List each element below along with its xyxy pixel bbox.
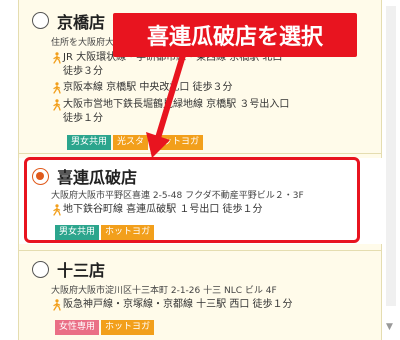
store-radio-kire-uriwari[interactable] [32, 168, 49, 185]
store-access-line: 徒歩３分 [63, 66, 103, 77]
store-item-kire-uriwari[interactable]: 喜連瓜破店 大阪府大阪市平野区喜連 2-5-48 フクダ不動産平野ビル２・3F … [19, 158, 383, 244]
callout-arrow-icon [146, 50, 187, 158]
store-name: 京橋店 [57, 13, 106, 32]
scroll-down-arrow-icon[interactable]: ▼ [386, 322, 393, 332]
store-radio-kyobashi[interactable] [32, 12, 49, 29]
walking-icon [53, 99, 61, 111]
tag-women-only: 女性専用 [55, 320, 100, 335]
store-tags: 女性専用 ホットヨガ [55, 320, 155, 335]
divider [19, 153, 383, 154]
scrollbar-thumb[interactable] [386, 6, 396, 306]
store-address: 大阪府大阪市淀川区十三本町 2-1-26 十三 NLC ビル 4F [51, 286, 277, 296]
store-access-line: 徒歩１分 [63, 113, 103, 124]
walking-icon [53, 299, 61, 311]
annotation-callout: 喜連瓜破店を選択 [113, 13, 357, 57]
store-name: 喜連瓜破店 [57, 168, 138, 187]
walking-icon [53, 204, 61, 216]
store-item-juso[interactable]: 十三店 大阪府大阪市淀川区十三本町 2-1-26 十三 NLC ビル 4F 阪急… [19, 250, 383, 340]
store-access-line: 地下鉄谷町線 喜連瓜破駅 １号出口 徒歩１分 [63, 204, 263, 215]
tag-hot-yoga: ホットヨガ [101, 225, 155, 240]
store-radio-juso[interactable] [32, 261, 49, 278]
walking-icon [53, 52, 61, 64]
walking-icon [53, 82, 61, 94]
store-access-line: 阪急神戸線・京塚線・京都線 十三駅 西口 徒歩１分 [63, 299, 293, 310]
scrollbar[interactable]: ▼ [382, 0, 400, 340]
tag-unisex: 男女共用 [55, 225, 100, 240]
store-address: 大阪府大阪市平野区喜連 2-5-48 フクダ不動産平野ビル２・3F [51, 191, 304, 201]
tag-hot-yoga: ホットヨガ [101, 320, 155, 335]
tag-unisex: 男女共用 [67, 135, 112, 150]
store-tags: 男女共用 ホットヨガ [55, 225, 155, 240]
store-name: 十三店 [57, 261, 106, 280]
